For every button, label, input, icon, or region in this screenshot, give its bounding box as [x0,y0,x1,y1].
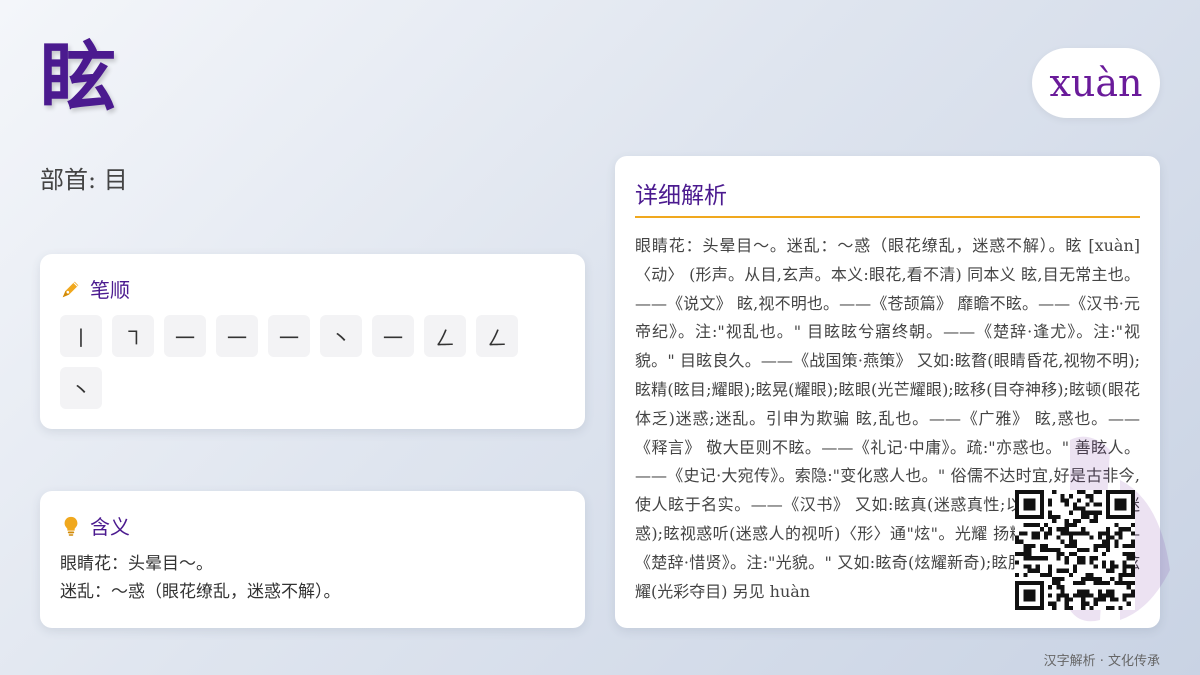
stroke-tile: 一 [216,315,258,357]
meaning-line: 迷乱：～惑（眼花缭乱，迷惑不解）。 [60,582,341,602]
qr-code-icon[interactable] [1015,490,1135,610]
stroke-order-header: 笔顺 [60,274,565,303]
pinyin-text: xuàn [1049,61,1143,105]
meaning-title: 含义 [90,515,130,539]
meaning-line: 眼睛花：头晕目～。 [60,554,213,574]
radical-label: 部首: 目 [40,166,128,194]
detail-title: 详细解析 [635,176,1140,218]
stroke-tile: 丶 [60,367,102,409]
stroke-tile: 丶 [320,315,362,357]
stroke-tile: 一 [268,315,310,357]
stroke-tile: 一 [372,315,414,357]
pinyin-badge: xuàn [1032,48,1160,118]
pen-icon [60,278,82,300]
meaning-text: 眼睛花：头晕目～。 迷乱：～惑（眼花缭乱，迷惑不解）。 [60,550,565,606]
meaning-header: 含义 [60,511,565,540]
stroke-tile: 丨 [60,315,102,357]
stroke-tile: ㇕ [112,315,154,357]
footer-tagline: 汉字解析 · 文化传承 [1043,654,1160,669]
meaning-card: 含义 眼睛花：头晕目～。 迷乱：～惑（眼花缭乱，迷惑不解）。 [40,491,585,628]
stroke-list: 丨㇕一一一丶一ㄥㄥ丶 [60,315,565,409]
stroke-tile: ㄥ [424,315,466,357]
stroke-order-card: 笔顺 丨㇕一一一丶一ㄥㄥ丶 [40,254,585,429]
main-character: 眩 [40,33,116,122]
stroke-order-title: 笔顺 [90,278,130,302]
stroke-tile: ㄥ [476,315,518,357]
lightbulb-icon [60,515,82,537]
stroke-tile: 一 [164,315,206,357]
